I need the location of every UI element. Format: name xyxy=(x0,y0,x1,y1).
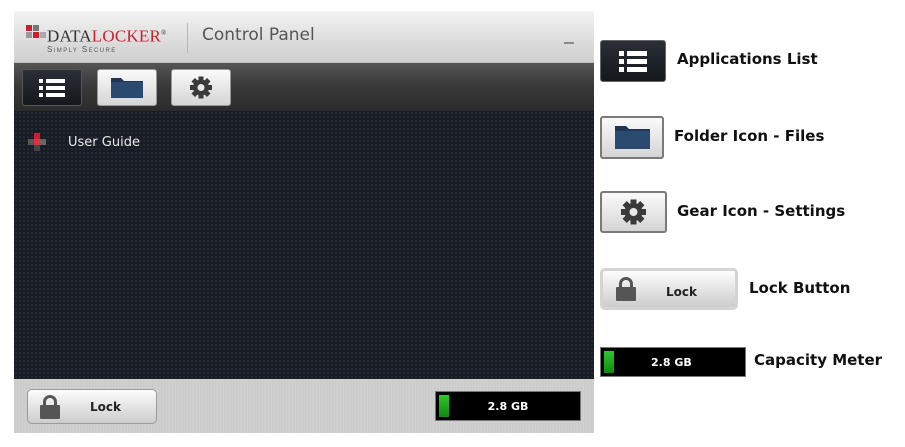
legend-label: Capacity Meter xyxy=(754,351,883,369)
app-user-guide[interactable]: User Guide xyxy=(28,131,228,157)
status-bar: Lock 2.8 GB xyxy=(14,379,594,433)
list-icon xyxy=(39,79,65,97)
control-panel-window: DataLocker® Simply Secure Control Panel xyxy=(14,11,594,433)
capacity-meter-fill xyxy=(604,351,614,373)
list-icon xyxy=(600,40,666,82)
gear-icon xyxy=(600,191,667,233)
applications-list-button[interactable] xyxy=(22,69,82,106)
datalocker-icon xyxy=(28,133,48,153)
title-bar: DataLocker® Simply Secure Control Panel xyxy=(14,11,594,63)
legend-label: Folder Icon - Files xyxy=(674,127,825,145)
capacity-meter-text: 2.8 GB xyxy=(487,399,529,413)
folder-icon xyxy=(111,78,143,98)
lock-icon xyxy=(616,277,636,301)
minimize-button[interactable] xyxy=(562,33,576,47)
legend-label: Gear Icon - Settings xyxy=(677,202,846,220)
logo-tagline: Simply Secure xyxy=(47,45,117,54)
legend-label: Lock Button xyxy=(749,279,851,297)
legend-label: Applications List xyxy=(677,50,818,68)
capacity-meter-text: 2.8 GB xyxy=(651,355,692,369)
app-label: User Guide xyxy=(68,135,140,150)
lock-button-sample: Lock xyxy=(600,268,738,310)
datalocker-logo: DataLocker® Simply Secure xyxy=(26,21,191,57)
lock-button[interactable]: Lock xyxy=(27,389,157,424)
applications-panel: User Guide xyxy=(14,111,594,379)
logo-wordmark: DataLocker® xyxy=(47,26,167,46)
lock-button-label: Lock xyxy=(90,400,121,414)
title-divider xyxy=(187,23,188,53)
window-title: Control Panel xyxy=(202,25,315,45)
settings-gear-button[interactable] xyxy=(171,69,231,106)
files-folder-button[interactable] xyxy=(97,69,157,106)
gear-icon xyxy=(190,76,212,99)
lock-icon xyxy=(40,395,60,419)
toolbar xyxy=(14,63,594,111)
capacity-meter: 2.8 GB xyxy=(435,391,581,421)
capacity-meter-sample: 2.8 GB xyxy=(600,347,746,377)
lock-button-label: Lock xyxy=(666,285,697,299)
datalocker-logo-mark xyxy=(26,23,48,45)
folder-icon xyxy=(600,116,664,159)
